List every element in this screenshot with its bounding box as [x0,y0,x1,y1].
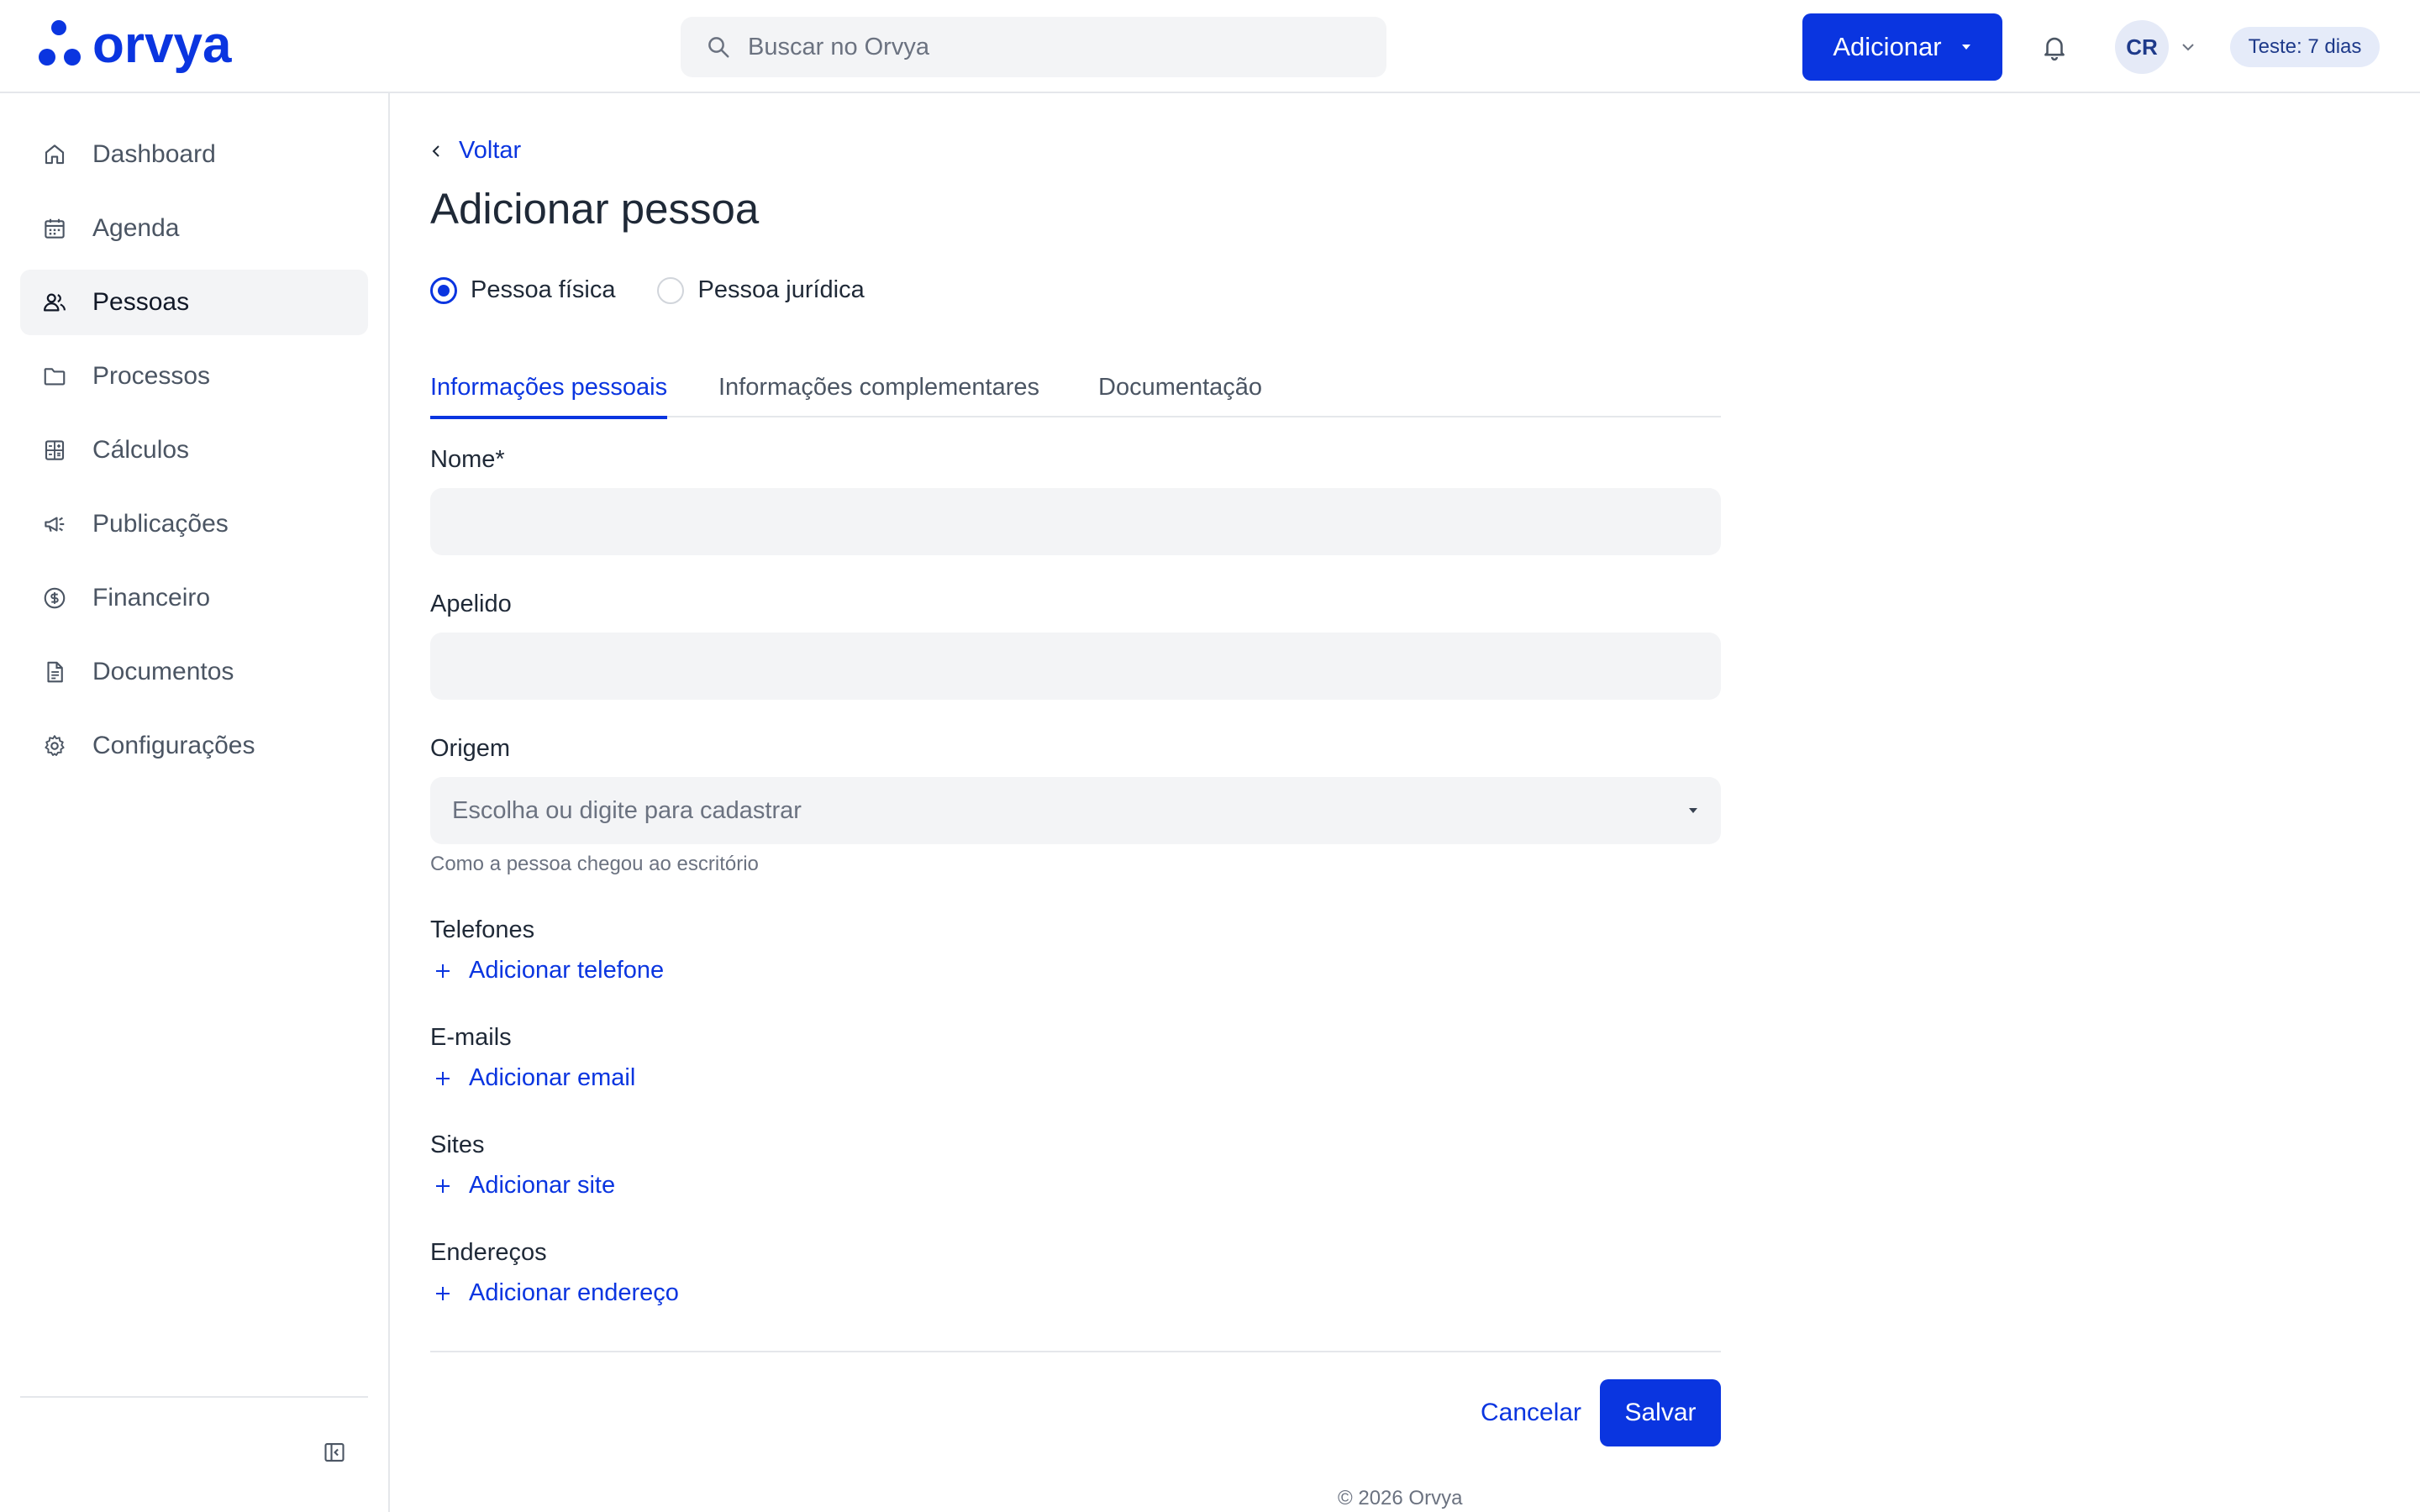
person-type-radio-group: Pessoa física Pessoa jurídica [430,276,907,304]
radio-unchecked-icon[interactable] [657,276,685,304]
svg-text:orvya: orvya [92,18,232,74]
origin-helper-text: Como a pessoa chegou ao escritório [430,853,759,875]
sidebar-item-processos[interactable]: Processos [20,344,368,409]
form-tabs: Informações pessoais Informações complem… [430,364,1721,419]
caret-down-icon [1961,45,1970,50]
search-bar[interactable] [681,17,1386,77]
phones-label: Telefones [430,916,535,943]
radio-checked-icon[interactable] [430,276,457,304]
avatar[interactable]: CR [2115,20,2169,74]
tab-documentacao[interactable]: Documentação [1098,374,1262,417]
save-button[interactable]: Salvar [1600,1379,1721,1446]
calendar-icon [45,218,65,239]
logo-mark-icon: orvya [39,18,232,74]
sidebar-item-publicacoes[interactable]: Publicações [20,491,368,557]
cancel-button[interactable]: Cancelar [1472,1379,1590,1446]
search-icon [708,37,729,58]
sidebar-item-label: Financeiro [92,584,211,612]
sidebar-item-label: Agenda [92,214,180,242]
sidebar-item-pessoas[interactable]: Pessoas [20,270,368,335]
plus-icon [436,1286,450,1300]
document-icon [47,661,63,683]
sidebar-collapse-icon[interactable] [323,1441,346,1464]
footer-copyright: © 2026 Orvya [1338,1487,1463,1509]
chevron-down-icon [2182,44,2194,51]
home-icon [45,144,65,165]
folder-icon [44,368,66,386]
add-button-label: Adicionar [1833,32,1942,61]
megaphone-icon [45,517,65,533]
plus-icon [436,1179,450,1193]
sidebar-item-dashboard[interactable]: Dashboard [20,122,368,187]
add-site-link[interactable]: Adicionar site [430,1172,615,1200]
radio-pessoa-fisica[interactable]: Pessoa física [430,276,615,304]
radio-pessoa-juridica[interactable]: Pessoa jurídica [657,276,865,304]
sidebar: Dashboard Agenda Pessoas Processos Cálcu… [0,93,390,1512]
origin-select[interactable]: Escolha ou digite para cadastrar [430,777,1721,844]
calculator-icon [45,440,65,460]
gear-icon [45,735,65,756]
back-link[interactable]: Voltar [430,137,521,165]
name-input[interactable] [430,488,1721,555]
bell-icon[interactable] [2040,32,2069,62]
page-title: Adicionar pessoa [430,185,760,233]
origin-placeholder: Escolha ou digite para cadastrar [452,796,802,824]
plus-icon [436,1071,450,1085]
trial-badge[interactable]: Teste: 7 dias [2230,27,2380,67]
origin-label: Origem [430,735,511,762]
search-input[interactable] [748,33,1336,61]
name-label: Nome* [430,446,505,473]
nickname-input[interactable] [430,633,1721,700]
sidebar-item-financeiro[interactable]: Financeiro [20,565,368,631]
sidebar-item-label: Processos [92,362,211,390]
form-divider [430,1351,1721,1352]
sidebar-item-documentos[interactable]: Documentos [20,639,368,705]
sidebar-item-label: Cálculos [92,436,190,464]
emails-label: E-mails [430,1024,512,1051]
caret-down-icon [1689,808,1697,813]
user-menu[interactable]: CR [2115,20,2196,74]
tab-informacoes-pessoais[interactable]: Informações pessoais [430,374,668,419]
chevron-left-icon [432,144,439,157]
plus-icon [436,963,450,978]
add-phone-link[interactable]: Adicionar telefone [430,957,664,984]
sites-label: Sites [430,1131,485,1158]
sidebar-item-label: Pessoas [92,288,190,316]
sidebar-item-agenda[interactable]: Agenda [20,196,368,261]
orvya-logo[interactable]: orvya [39,18,266,74]
sidebar-divider [20,1396,368,1398]
nickname-label: Apelido [430,591,512,617]
sidebar-item-label: Dashboard [92,140,216,168]
tab-informacoes-complementares[interactable]: Informações complementares [718,374,1039,417]
add-address-link[interactable]: Adicionar endereço [430,1279,679,1307]
sidebar-item-label: Configurações [92,732,255,759]
sidebar-item-configuracoes[interactable]: Configurações [20,713,368,779]
sidebar-item-label: Publicações [92,510,229,538]
sidebar-item-label: Documentos [92,658,234,685]
users-icon [44,293,66,312]
add-email-link[interactable]: Adicionar email [430,1064,635,1092]
sidebar-item-calculos[interactable]: Cálculos [20,417,368,483]
dollar-icon [44,587,66,609]
add-button[interactable]: Adicionar [1802,13,2002,81]
addresses-label: Endereços [430,1239,547,1266]
top-header: orvya Adicionar CR Teste: 7 dias [0,0,2420,93]
